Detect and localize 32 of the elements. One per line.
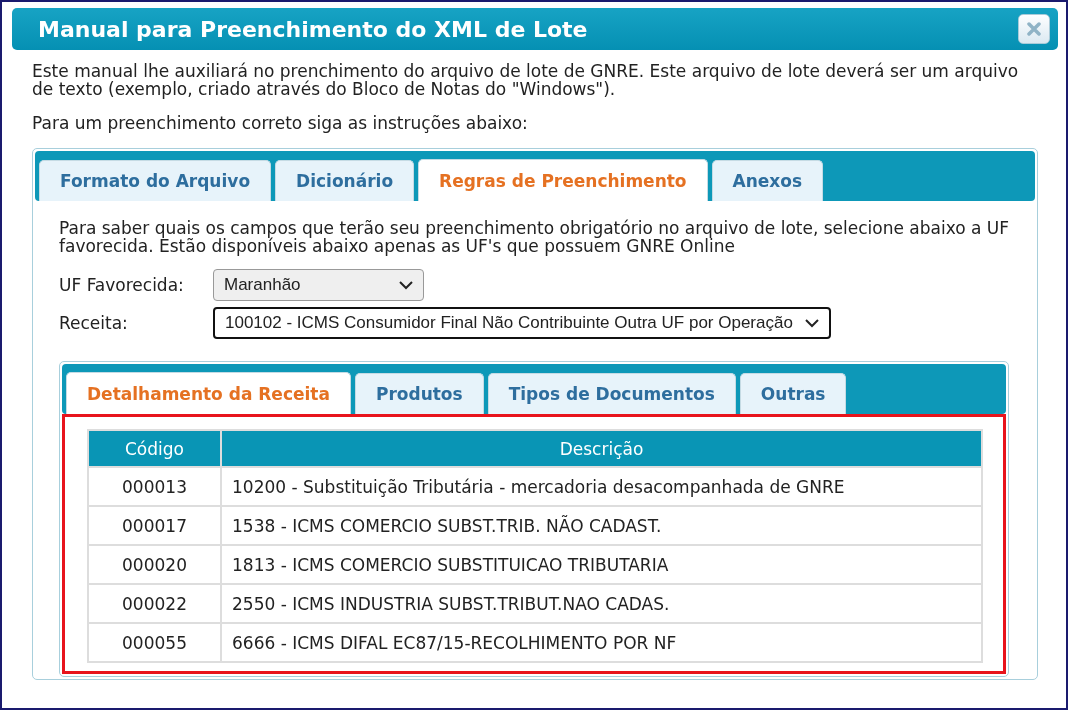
field-label: UF Favorecida: (59, 275, 185, 295)
column-header: Descrição (221, 430, 982, 467)
table-cell: 000020 (88, 545, 221, 584)
column-header: Código (88, 430, 221, 467)
table-cell: 000055 (88, 623, 221, 662)
tab[interactable]: Outras (739, 373, 847, 414)
window-title: Manual para Preenchimento do XML de Lote (38, 16, 588, 42)
close-button[interactable] (1018, 14, 1050, 44)
intro-text: Este manual lhe auxiliará no prenchimento do arquivo de lote de GNRE. Este arquivo de lote deverá ser um arquivo de texto (exemplo, criado através do Bloco de Notas do "Windows"). (32, 62, 1020, 98)
table-cell: 000013 (88, 467, 221, 506)
table-cell: 1813 - ICMS COMERCIO SUBSTITUICAO TRIBUTARIA (221, 545, 982, 584)
intro-text: Para um preenchimento correto siga as instruções abaixo: (32, 114, 529, 132)
chevron-down-icon (804, 318, 819, 328)
table-cell: 2550 - ICMS INDUSTRIA SUBST.TRIBUT.NAO CADAS. (221, 584, 982, 623)
close-icon (1027, 22, 1041, 36)
chevron-down-icon (399, 280, 413, 290)
instruction-text: Para saber quais os campos que terão seu preenchimento obrigatório no arquivo de lote, selecione abaixo a UF favorecida. Estão disponíveis abaixo apenas as UF's que possuem GNRE Online (59, 219, 1011, 255)
table-cell: 6666 - ICMS DIFAL EC87/15-RECOLHIMENTO POR NF (221, 623, 982, 662)
field-label: Receita: (59, 313, 129, 333)
tab[interactable]: Produtos (354, 373, 484, 414)
table-cell: 000022 (88, 584, 221, 623)
tab[interactable]: Anexos (711, 160, 824, 201)
table-cell: 1538 - ICMS COMERCIO SUBST.TRIB. NÃO CADAST. (221, 506, 982, 545)
select-field[interactable]: 100102 - ICMS Consumidor Final Não Contribuinte Outra UF por Operação (213, 307, 831, 339)
table-cell: 10200 - Substituição Tributária - mercadoria desacompanhada de GNRE (221, 467, 982, 506)
tab[interactable]: Detalhamento da Receita (66, 372, 351, 414)
tab[interactable]: Regras de Preenchimento (418, 159, 708, 201)
tab[interactable]: Formato do Arquivo (39, 160, 272, 201)
tab[interactable]: Tipos de Documentos (487, 373, 736, 414)
select-field[interactable]: Maranhão (213, 269, 424, 301)
table-cell: 000017 (88, 506, 221, 545)
tab[interactable]: Dicionário (275, 160, 415, 201)
